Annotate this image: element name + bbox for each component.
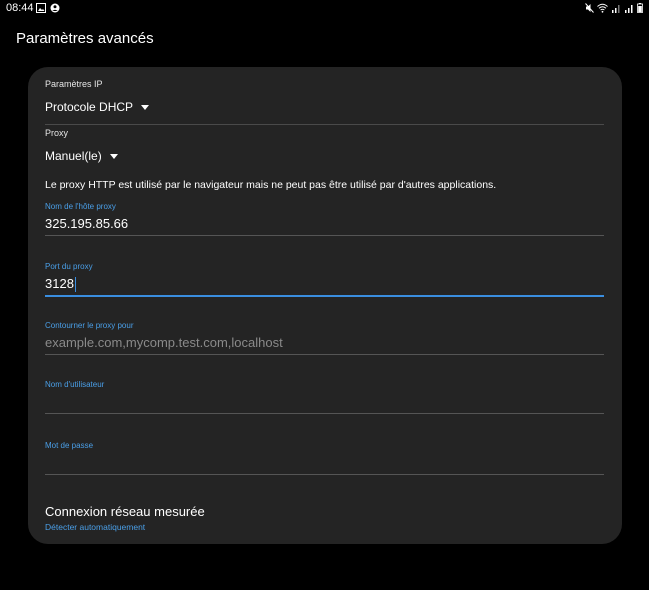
- proxy-bypass-field[interactable]: Contourner le proxy pour example.com,myc…: [45, 321, 604, 355]
- status-right-icons: [585, 3, 643, 13]
- proxy-info-text: Le proxy HTTP est utilisé par le navigat…: [45, 179, 497, 191]
- proxy-dropdown[interactable]: Manuel(le): [45, 149, 118, 163]
- proxy-port-input[interactable]: 3128: [45, 275, 604, 293]
- proxy-host-label: Nom de l'hôte proxy: [45, 202, 116, 211]
- metered-connection-title[interactable]: Connexion réseau mesurée: [45, 504, 205, 519]
- proxy-value: Manuel(le): [45, 149, 102, 163]
- battery-icon: [637, 3, 643, 13]
- wifi-icon: [597, 3, 608, 13]
- password-underline: [45, 474, 604, 475]
- proxy-label: Proxy: [45, 128, 69, 138]
- proxy-bypass-underline: [45, 354, 604, 355]
- mute-icon: [585, 3, 594, 13]
- status-bar: 08:44: [0, 0, 649, 18]
- account-notification-icon: [50, 3, 60, 13]
- username-label: Nom d'utilisateur: [45, 380, 105, 389]
- signal-icon-1: [612, 5, 620, 13]
- ip-settings-label: Paramètres IP: [45, 79, 103, 89]
- caret-down-icon: [109, 153, 118, 159]
- proxy-host-field[interactable]: Nom de l'hôte proxy 325.195.85.66: [45, 202, 604, 236]
- password-input[interactable]: [45, 454, 604, 472]
- ip-settings-dropdown[interactable]: Protocole DHCP: [45, 100, 150, 114]
- image-notification-icon: [36, 3, 46, 13]
- proxy-host-underline: [45, 235, 604, 236]
- proxy-port-label: Port du proxy: [45, 262, 93, 271]
- caret-down-icon: [141, 104, 150, 110]
- proxy-port-underline: [45, 295, 604, 297]
- advanced-settings-card: Paramètres IP Protocole DHCP Proxy Manue…: [28, 67, 622, 544]
- proxy-host-input[interactable]: 325.195.85.66: [45, 215, 604, 233]
- signal-icon-2: [625, 5, 633, 13]
- status-left-icons: [36, 3, 60, 13]
- password-label: Mot de passe: [45, 441, 94, 450]
- proxy-bypass-input[interactable]: example.com,mycomp.test.com,localhost: [45, 334, 604, 352]
- ip-settings-divider: [45, 124, 604, 125]
- proxy-bypass-label: Contourner le proxy pour: [45, 321, 134, 330]
- password-field[interactable]: Mot de passe: [45, 441, 604, 475]
- ip-settings-value: Protocole DHCP: [45, 100, 134, 114]
- username-underline: [45, 413, 604, 414]
- page-title: Paramètres avancés: [16, 30, 154, 47]
- status-time: 08:44: [6, 2, 34, 14]
- proxy-port-field[interactable]: Port du proxy 3128: [45, 262, 604, 297]
- text-cursor: [74, 277, 76, 293]
- proxy-port-value: 3128: [45, 276, 74, 291]
- metered-connection-value: Détecter automatiquement: [45, 522, 146, 532]
- username-input[interactable]: [45, 393, 604, 411]
- username-field[interactable]: Nom d'utilisateur: [45, 380, 604, 414]
